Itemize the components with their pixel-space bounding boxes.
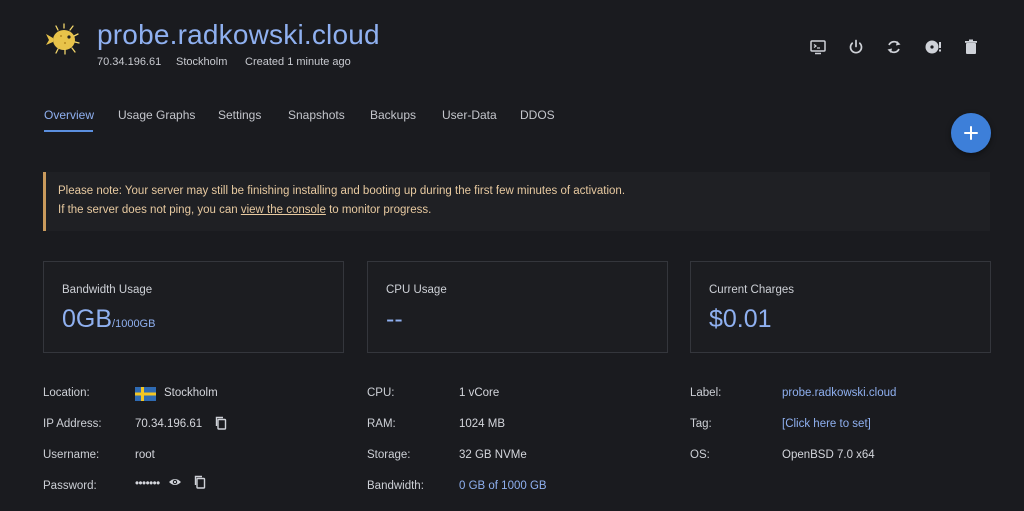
bandwidth-usage-card: Bandwidth Usage 0GB/1000GB [43,261,344,353]
console-icon [810,40,826,55]
bandwidth-usage-value: 0GB/1000GB [62,305,155,334]
set-tag-link[interactable]: [Click here to set] [782,418,871,430]
location-label: Location: [43,387,90,399]
server-created: Created 1 minute ago [245,56,351,68]
tag-label: Tag: [690,418,712,430]
copy-ip-button[interactable] [214,416,228,430]
current-charges-card: Current Charges $0.01 [690,261,991,353]
activation-notice [43,172,990,231]
notice-text: Please note: Your server may still be fi… [58,185,626,197]
power-icon [849,39,863,54]
server-location: Stockholm [176,56,228,68]
tab-snapshots[interactable]: Snapshots [288,108,345,122]
tab-ddos[interactable]: DDOS [520,108,555,122]
console-button[interactable] [807,36,829,58]
tab-overview[interactable]: Overview [44,108,94,122]
restart-button[interactable] [883,36,905,58]
tab-settings[interactable]: Settings [218,108,261,122]
notice-text-2: If the server does not ping, you can vie… [58,204,431,216]
cpu-usage-card: CPU Usage -- [367,261,668,353]
copy-icon [194,475,206,489]
bandwidth-label: Bandwidth: [367,480,424,492]
reinstall-button[interactable] [922,36,944,58]
plus-icon [964,126,978,140]
notice-text-after: to monitor progress. [325,204,432,216]
ip-address-label: IP Address: [43,418,102,430]
os-label: OS: [690,449,710,461]
username-value: root [135,449,155,461]
cpu-value: 1 vCore [459,387,500,399]
active-tab-indicator [44,130,93,132]
location-value: Stockholm [164,387,218,399]
trash-icon [965,39,977,54]
password-value: ••••••• [135,478,160,490]
ram-value: 1024 MB [459,418,506,430]
reinstall-icon [925,40,941,54]
cpu-usage-value: -- [386,305,403,333]
notice-text-before: If the server does not ping, you can [58,204,241,216]
copy-icon [215,416,227,430]
tab-usage-graphs[interactable]: Usage Graphs [118,108,195,122]
server-name: probe.radkowski.cloud [97,19,380,50]
tab-backups[interactable]: Backups [370,108,416,122]
server-label-value[interactable]: probe.radkowski.cloud [782,387,896,399]
show-password-button[interactable] [168,475,182,489]
restart-icon [887,40,901,54]
bandwidth-used: 0GB [62,305,113,333]
openbsd-puffy-logo [44,22,80,56]
storage-value: 32 GB NVMe [459,449,527,461]
destroy-button[interactable] [960,36,982,58]
ram-label: RAM: [367,418,396,430]
eye-icon [169,479,181,485]
username-label: Username: [43,449,100,461]
os-value: OpenBSD 7.0 x64 [782,449,875,461]
cpu-label: CPU: [367,387,395,399]
card-title: CPU Usage [386,284,447,296]
current-charges-value: $0.01 [709,305,772,333]
copy-password-button[interactable] [193,475,207,489]
bandwidth-limit: /1000GB [112,318,156,330]
storage-label: Storage: [367,449,411,461]
ip-address-value: 70.34.196.61 [135,418,203,430]
view-console-link[interactable]: view the console [241,204,326,216]
add-button[interactable] [951,113,991,153]
card-title: Bandwidth Usage [62,284,153,296]
sweden-flag-icon [135,387,156,401]
tab-user-data[interactable]: User-Data [442,108,497,122]
bandwidth-value-link[interactable]: 0 GB of 1000 GB [459,480,547,492]
card-title: Current Charges [709,284,795,296]
server-ip: 70.34.196.61 [97,56,162,68]
power-button[interactable] [845,36,867,58]
server-label-label: Label: [690,387,722,399]
password-label: Password: [43,480,97,492]
